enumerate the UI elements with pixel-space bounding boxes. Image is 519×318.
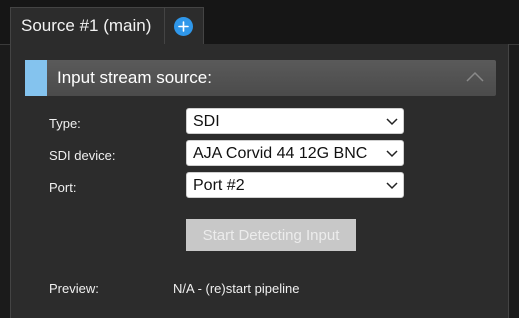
chevron-down-icon: [386, 118, 398, 126]
tab-bar: Source #1 (main): [0, 0, 519, 45]
tab-label: Source #1 (main): [21, 16, 152, 35]
preview-label: Preview:: [49, 281, 99, 296]
type-select-value: SDI: [193, 113, 220, 130]
chevron-down-icon: [386, 182, 398, 190]
port-select[interactable]: Port #2: [186, 172, 404, 198]
chevron-up-icon[interactable]: [466, 70, 484, 82]
tab-divider: [164, 8, 165, 45]
type-label: Type:: [49, 116, 81, 131]
sdi-device-select[interactable]: AJA Corvid 44 12G BNC: [186, 140, 404, 166]
section-accent-bar: [25, 60, 47, 96]
section-title: Input stream source:: [57, 68, 212, 87]
sdi-device-select-value: AJA Corvid 44 12G BNC: [193, 145, 368, 162]
tab-source-main[interactable]: Source #1 (main): [10, 7, 204, 45]
chevron-down-icon: [386, 150, 398, 158]
type-select[interactable]: SDI: [186, 108, 404, 134]
section-header[interactable]: Input stream source:: [25, 60, 496, 96]
plus-circle-icon[interactable]: [174, 17, 193, 36]
sdi-device-label: SDI device:: [49, 148, 116, 163]
preview-value: N/A - (re)start pipeline: [173, 281, 300, 296]
start-detecting-input-button[interactable]: Start Detecting Input: [186, 219, 356, 251]
port-label: Port:: [49, 180, 77, 195]
source-panel: Input stream source: Type: SDI SDI devic…: [10, 44, 509, 318]
port-select-value: Port #2: [193, 177, 245, 194]
